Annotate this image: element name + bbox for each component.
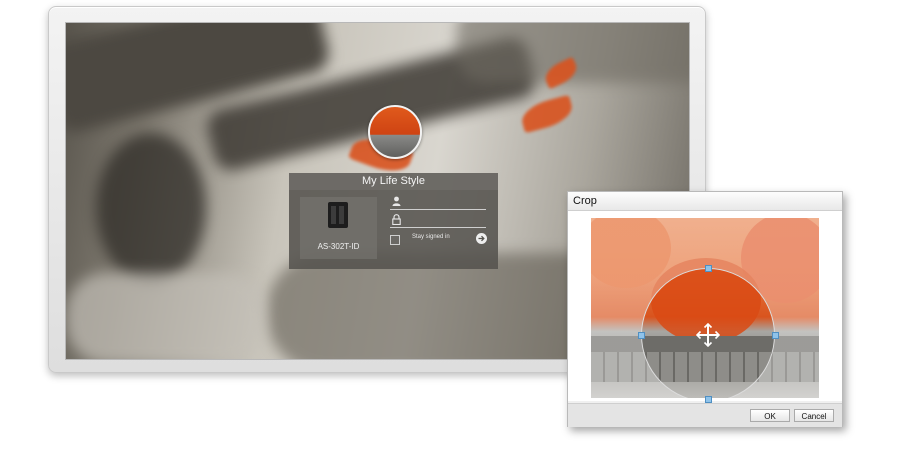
arrow-right-icon	[478, 235, 485, 242]
crop-handle-left[interactable]	[638, 332, 645, 339]
device-model-label: AS-302T-ID	[317, 242, 360, 251]
crop-dialog-title: Crop	[568, 192, 842, 211]
login-card: My Life Style AS-302T-ID Stay signed in	[289, 173, 498, 269]
move-cross-icon[interactable]	[696, 323, 720, 347]
user-avatar[interactable]	[368, 105, 422, 159]
login-submit-button[interactable]	[476, 233, 487, 244]
crop-handle-right[interactable]	[772, 332, 779, 339]
device-panel: AS-302T-ID	[300, 197, 377, 259]
crop-handle-top[interactable]	[705, 265, 712, 272]
user-icon	[392, 196, 401, 206]
username-field[interactable]	[390, 195, 486, 210]
wallpaper-shape	[66, 273, 266, 359]
crop-photo	[591, 218, 819, 398]
ok-button[interactable]: OK	[750, 409, 790, 422]
stay-signed-in-label: Stay signed in	[412, 234, 450, 240]
login-title: My Life Style	[289, 173, 498, 190]
crop-handle-bottom[interactable]	[705, 396, 712, 403]
leaf	[518, 94, 576, 134]
nas-device-icon	[328, 202, 348, 228]
cancel-button[interactable]: Cancel	[794, 409, 834, 422]
wallpaper-shape	[96, 133, 206, 283]
password-field[interactable]	[390, 213, 486, 228]
lock-icon	[392, 214, 401, 225]
stay-signed-in-checkbox[interactable]	[390, 235, 400, 245]
crop-dialog: Crop OK Cancel	[567, 191, 843, 427]
crop-dialog-footer: OK Cancel	[568, 403, 842, 427]
crop-canvas	[568, 211, 842, 403]
